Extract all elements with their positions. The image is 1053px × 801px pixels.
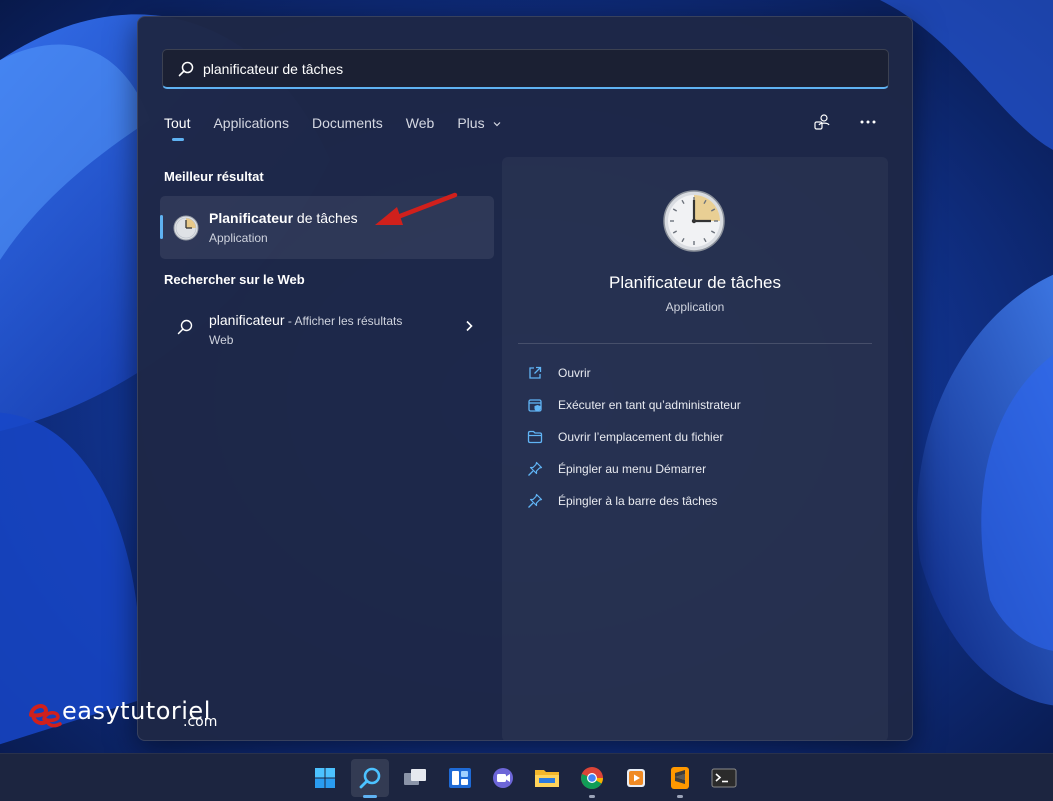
tab-label: Applications [213, 115, 289, 131]
web-search-query: planificateur - Afficher les résultats [209, 312, 402, 328]
watermark-suffix: .com [183, 714, 218, 730]
search-icon [359, 767, 381, 789]
action-label: Épingler au menu Démarrer [558, 462, 707, 476]
details-pane: Planificateur de tâches Application Ouvr… [502, 157, 888, 740]
search-box[interactable]: planificateur de tâches [162, 49, 889, 89]
chrome-icon [581, 767, 603, 789]
chevron-right-icon [466, 320, 473, 332]
taskbar-start-button[interactable] [306, 759, 344, 797]
tab-tout[interactable]: Tout [164, 115, 191, 141]
tab-label: Tout [164, 115, 191, 131]
details-title: Planificateur de tâches [609, 273, 781, 292]
open-external-icon [526, 364, 544, 382]
media-player-icon [627, 769, 645, 787]
taskbar-task-view-button[interactable] [396, 759, 434, 797]
teams-chat-icon [493, 768, 513, 788]
tab-applications[interactable]: Applications [213, 115, 289, 131]
taskbar [0, 753, 1053, 801]
sublime-text-icon [671, 767, 689, 789]
running-app-indicator [589, 795, 595, 798]
tab-label: Web [405, 115, 435, 131]
task-view-icon [404, 769, 426, 785]
easytutoriel-logo-icon [29, 704, 62, 728]
taskbar-search-button[interactable] [351, 759, 389, 798]
panel-toolbar [812, 112, 878, 132]
web-search-heading: Rechercher sur le Web [164, 272, 305, 287]
folder-icon [526, 428, 544, 446]
widgets-icon [449, 768, 471, 788]
action-open-file-location[interactable]: Ouvrir l’emplacement du fichier [526, 427, 723, 447]
annotation-arrow [375, 192, 458, 225]
best-match-heading: Meilleur résultat [164, 169, 264, 184]
selection-indicator [160, 215, 163, 239]
web-query-suffix: - Afficher les résultats [284, 314, 403, 328]
pin-icon [526, 492, 544, 510]
action-run-as-admin[interactable]: Exécuter en tant qu’administrateur [526, 395, 741, 415]
filter-tabs: Tout Applications Documents Web Plus [164, 115, 525, 141]
tab-label: Documents [311, 115, 383, 131]
account-switch-icon [814, 114, 830, 130]
best-match-title: Planificateur de tâches [209, 210, 358, 226]
tab-plus[interactable]: Plus [457, 115, 502, 131]
chevron-down-icon [494, 122, 501, 127]
action-pin-to-taskbar[interactable]: Épingler à la barre des tâches [526, 491, 717, 511]
action-label: Épingler à la barre des tâches [558, 494, 718, 508]
task-scheduler-clock-icon [663, 190, 725, 252]
details-subtitle: Application [665, 300, 725, 314]
running-app-indicator [677, 795, 683, 798]
account-switch-button[interactable] [812, 112, 832, 132]
task-scheduler-clock-icon [173, 215, 199, 241]
taskbar-media-player-button[interactable] [617, 759, 655, 797]
terminal-icon [711, 768, 737, 788]
tab-web[interactable]: Web [406, 115, 435, 131]
active-app-indicator [363, 795, 377, 798]
more-options-button[interactable] [858, 112, 878, 132]
more-options-icon [860, 120, 876, 124]
taskbar-sublime-text-button[interactable] [661, 759, 699, 798]
action-label: Ouvrir [558, 366, 591, 380]
best-match-subtitle: Application [209, 231, 268, 245]
start-icon [315, 768, 335, 788]
pin-icon [526, 460, 544, 478]
action-open[interactable]: Ouvrir [526, 363, 591, 383]
details-divider [518, 343, 872, 344]
taskbar-terminal-button[interactable] [705, 759, 743, 797]
web-search-subtitle: Web [209, 333, 234, 347]
web-query-text: planificateur [209, 312, 285, 328]
tab-documents[interactable]: Documents [312, 115, 383, 131]
taskbar-teams-chat-button[interactable] [484, 759, 522, 797]
tab-label: Plus [457, 115, 485, 131]
run-as-admin-icon [526, 396, 544, 414]
taskbar-chrome-button[interactable] [573, 759, 611, 798]
action-label: Exécuter en tant qu’administrateur [558, 398, 741, 412]
easytutoriel-watermark: easytutoriel .com [28, 693, 228, 733]
search-icon [177, 319, 193, 335]
taskbar-widgets-button[interactable] [441, 759, 479, 797]
file-explorer-icon [535, 770, 559, 787]
search-icon [178, 61, 194, 76]
search-query-text[interactable]: planificateur de tâches [203, 61, 343, 77]
best-match-title-bold: Planificateur [209, 210, 294, 226]
taskbar-file-explorer-button[interactable] [528, 759, 566, 797]
action-pin-to-start[interactable]: Épingler au menu Démarrer [526, 459, 706, 479]
active-tab-indicator [172, 138, 184, 141]
web-search-result[interactable]: planificateur - Afficher les résultats W… [160, 303, 494, 353]
action-label: Ouvrir l’emplacement du fichier [558, 430, 724, 444]
search-panel: planificateur de tâches Tout Application… [137, 16, 913, 741]
best-match-title-rest: de tâches [293, 210, 358, 226]
